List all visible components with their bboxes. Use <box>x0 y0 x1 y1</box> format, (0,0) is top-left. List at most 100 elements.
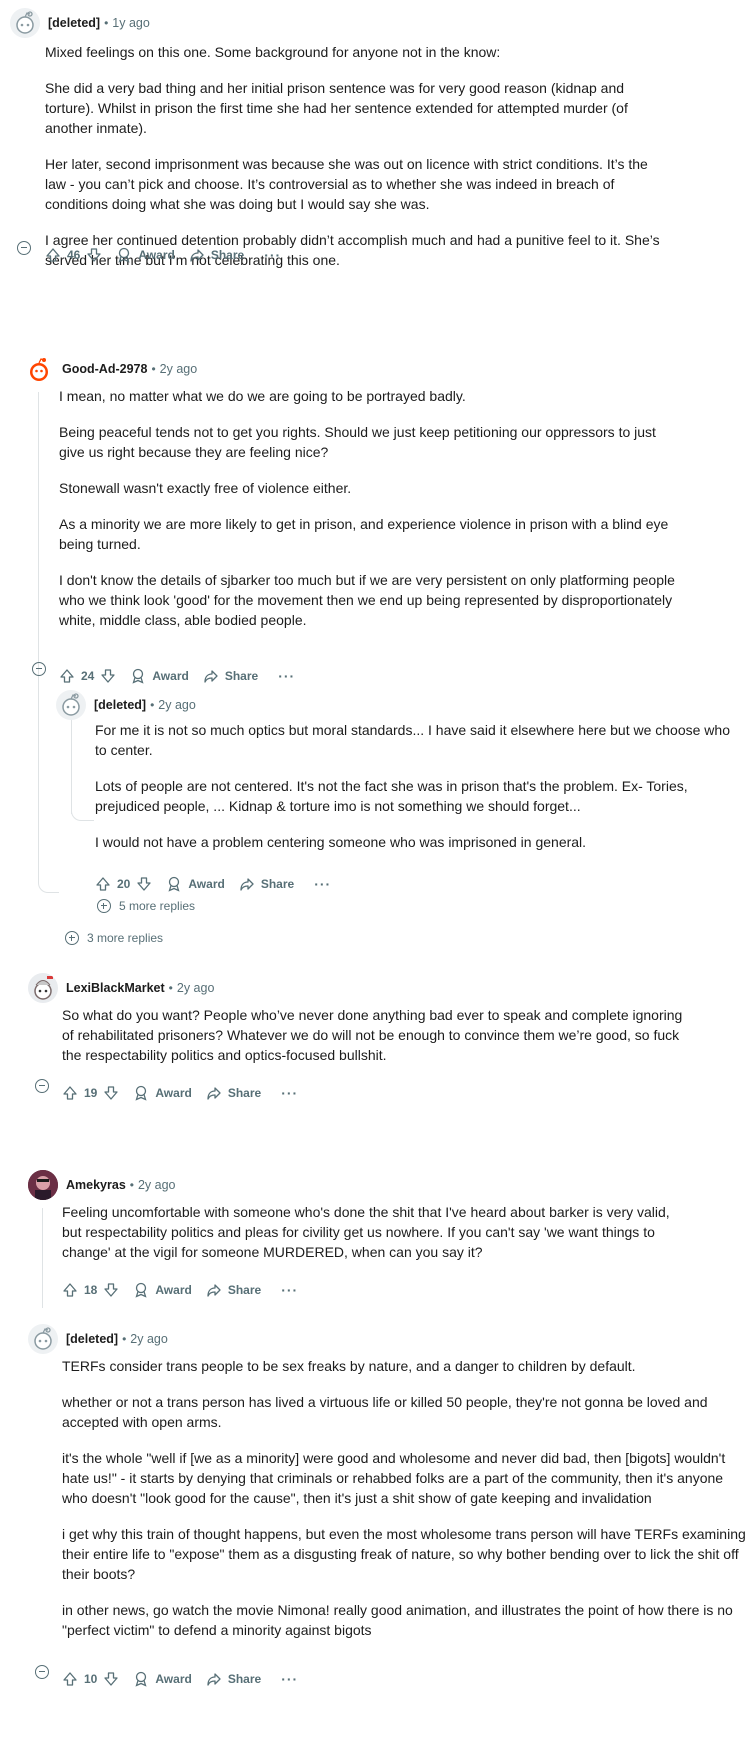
comment-paragraph: i get why this train of thought happens,… <box>62 1526 746 1582</box>
upvote-icon[interactable] <box>45 247 61 263</box>
comment-author[interactable]: [deleted] <box>66 1332 118 1346</box>
separator-dot: • <box>168 981 173 995</box>
award-label: Award <box>155 1086 192 1100</box>
comment-author[interactable]: LexiBlackMarket <box>66 981 165 995</box>
comment-timestamp[interactable]: 2y ago <box>160 362 198 376</box>
award-icon <box>135 1085 147 1101</box>
avatar[interactable] <box>28 1170 58 1200</box>
vote-score: 18 <box>84 1283 98 1297</box>
separator-dot: • <box>150 698 155 712</box>
comment-paragraph: She did a very bad thing and her initial… <box>45 80 628 136</box>
award-label: Award <box>155 1672 192 1686</box>
collapse-icon[interactable] <box>17 241 31 255</box>
comment-paragraph: I don't know the details of sjbarker too… <box>59 572 675 628</box>
comment-timestamp[interactable]: 2y ago <box>130 1332 168 1346</box>
more-options-button[interactable]: ··· <box>281 1671 298 1687</box>
share-label: Share <box>227 1283 262 1297</box>
share-label: Share <box>227 1672 262 1686</box>
comment-body: Mixed feelings on this one. Some backgro… <box>45 42 665 270</box>
thread-line <box>38 392 39 628</box>
share-icon <box>207 1284 221 1297</box>
award-icon <box>135 1282 147 1298</box>
comment-paragraph: Feeling uncomfortable with someone who's… <box>62 1204 670 1260</box>
upvote-icon[interactable] <box>62 1085 78 1101</box>
comment-timestamp[interactable]: 1y ago <box>112 16 150 30</box>
collapse-icon[interactable] <box>32 662 46 676</box>
comment-paragraph: it's the whole "well if [we as a minorit… <box>62 1450 726 1506</box>
share-button[interactable]: Share <box>203 668 258 684</box>
downvote-icon[interactable] <box>100 668 116 684</box>
avatar[interactable] <box>56 690 86 720</box>
vote-score: 19 <box>84 1086 98 1100</box>
award-button[interactable]: Award <box>116 247 175 263</box>
comment-paragraph: Mixed feelings on this one. Some backgro… <box>45 44 501 60</box>
share-button[interactable]: Share <box>206 1085 261 1101</box>
comment-timestamp[interactable]: 2y ago <box>138 1178 176 1192</box>
avatar[interactable] <box>28 1324 58 1354</box>
more-options-button[interactable]: ··· <box>264 247 281 263</box>
snoo-avatar-icon <box>34 1327 52 1350</box>
comment-paragraph: Being peaceful tends not to get you righ… <box>59 424 656 460</box>
collapse-icon[interactable] <box>35 1079 49 1093</box>
separator-dot: • <box>104 16 109 30</box>
award-label: Award <box>155 1283 192 1297</box>
comment-author[interactable]: Amekyras <box>66 1178 126 1192</box>
downvote-icon[interactable] <box>86 247 102 263</box>
collapse-icon[interactable] <box>35 1665 49 1679</box>
award-button[interactable]: Award <box>133 1671 192 1687</box>
more-replies-button[interactable]: 5 more replies <box>97 899 195 913</box>
share-icon <box>204 670 218 683</box>
comment-paragraph: Lots of people are not centered. It's no… <box>95 778 688 814</box>
comment-timestamp[interactable]: 2y ago <box>177 981 215 995</box>
upvote-icon[interactable] <box>59 668 75 684</box>
comment-body: TERFs consider trans people to be sex fr… <box>62 1356 752 1640</box>
vote-score: 10 <box>84 1672 98 1686</box>
upvote-icon[interactable] <box>62 1671 78 1687</box>
comment-timestamp[interactable]: 2y ago <box>158 698 196 712</box>
expand-icon <box>97 899 111 913</box>
more-replies-label: 5 more replies <box>119 899 196 913</box>
comment-body: I mean, no matter what we do we are goin… <box>59 386 684 630</box>
award-button[interactable]: Award <box>133 1282 192 1298</box>
award-button[interactable]: Award <box>166 876 225 892</box>
award-icon <box>132 668 144 684</box>
comment-author[interactable]: [deleted] <box>94 698 146 712</box>
award-button[interactable]: Award <box>133 1085 192 1101</box>
share-button[interactable]: Share <box>206 1671 261 1687</box>
share-label: Share <box>210 248 245 262</box>
share-button[interactable]: Share <box>206 1282 261 1298</box>
downvote-icon[interactable] <box>136 876 152 892</box>
more-options-button[interactable]: ··· <box>278 668 295 684</box>
downvote-icon[interactable] <box>103 1085 119 1101</box>
downvote-icon[interactable] <box>103 1282 119 1298</box>
avatar[interactable] <box>10 8 40 38</box>
share-button[interactable]: Share <box>239 876 294 892</box>
award-icon <box>118 247 130 263</box>
more-options-button[interactable]: ··· <box>314 876 331 892</box>
comment-actions: 20 Award Share ··· <box>95 870 331 898</box>
comment-paragraph: I would not have a problem centering som… <box>95 834 587 850</box>
vote-score: 24 <box>81 669 95 683</box>
more-options-button[interactable]: ··· <box>281 1282 298 1298</box>
share-icon <box>240 878 254 891</box>
more-replies-button[interactable]: 3 more replies <box>65 931 163 945</box>
comment-author[interactable]: Good-Ad-2978 <box>62 362 147 376</box>
upvote-icon[interactable] <box>62 1282 78 1298</box>
comment-actions: 46 Award Share ··· <box>45 241 281 269</box>
award-button[interactable]: Award <box>130 668 189 684</box>
comment-body: Feeling uncomfortable with someone who's… <box>62 1202 692 1262</box>
award-icon <box>135 1671 147 1687</box>
separator-dot: • <box>151 362 156 376</box>
avatar[interactable] <box>24 354 54 384</box>
downvote-icon[interactable] <box>103 1671 119 1687</box>
comment-paragraph: TERFs consider trans people to be sex fr… <box>62 1358 636 1374</box>
comment-body: So what do you want? People who’ve never… <box>62 1005 697 1065</box>
comment-author[interactable]: [deleted] <box>48 16 100 30</box>
vote-score: 20 <box>117 877 131 891</box>
thread-line <box>42 1208 43 1308</box>
upvote-icon[interactable] <box>95 876 111 892</box>
share-button[interactable]: Share <box>189 247 244 263</box>
thread-connector <box>71 796 94 821</box>
avatar[interactable] <box>28 973 58 1003</box>
more-options-button[interactable]: ··· <box>281 1085 298 1101</box>
